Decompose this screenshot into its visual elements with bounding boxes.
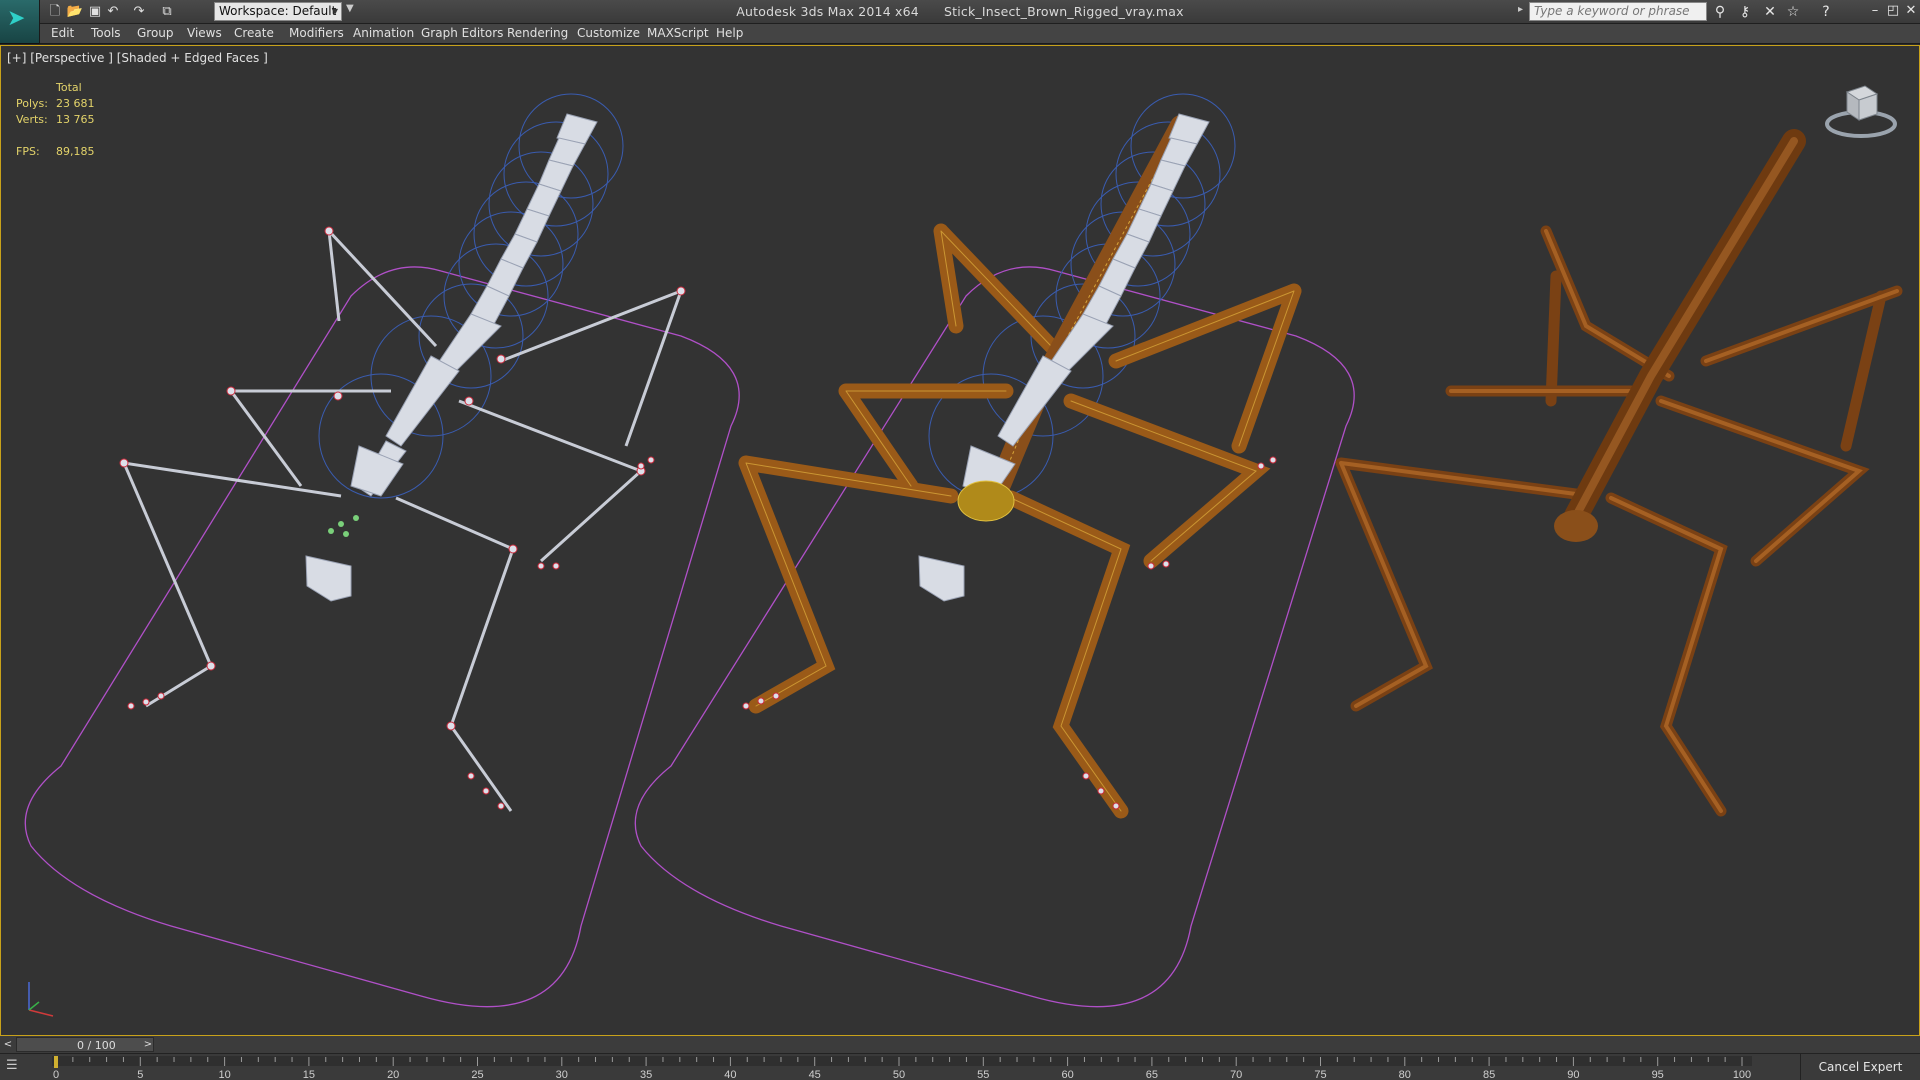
ruler-label: 0 [53, 1069, 59, 1080]
scene-canvas[interactable] [1, 46, 1919, 1035]
ruler-label: 100 [1733, 1069, 1751, 1080]
perspective-viewport[interactable]: [+] [Perspective ] [Shaded + Edged Faces… [0, 45, 1920, 1036]
ruler-label: 65 [1146, 1069, 1158, 1080]
menu-bar: Edit Tools Group Views Create Modifiers … [40, 24, 1920, 44]
ruler-label: 30 [556, 1069, 568, 1080]
bone-rig-middle-with-mesh [738, 93, 1302, 819]
menu-group[interactable]: Group [137, 26, 174, 40]
app-title: Autodesk 3ds Max 2014 x64 [736, 4, 919, 19]
polys-value: 23 681 [56, 97, 95, 110]
help-icon[interactable]: ? [1816, 3, 1836, 21]
minimize-icon[interactable]: – [1866, 2, 1884, 20]
chevron-down-icon: ▼ [331, 7, 338, 16]
stats-header: Total [56, 81, 82, 94]
ruler-label: 25 [471, 1069, 483, 1080]
rig-control-spline-left [24, 266, 740, 1008]
ruler-label: 35 [640, 1069, 652, 1080]
menu-views[interactable]: Views [187, 26, 222, 40]
verts-value: 13 765 [56, 113, 95, 126]
new-file-icon[interactable]: 🗋 [46, 3, 64, 21]
rig-control-spline-middle [634, 266, 1355, 1008]
frame-counter: 0 / 100 [77, 1039, 116, 1052]
ruler-label: 95 [1652, 1069, 1664, 1080]
ruler-label: 40 [724, 1069, 736, 1080]
key-icon[interactable]: ⚷ [1735, 3, 1755, 21]
bone-rig-left [119, 93, 686, 812]
ruler-label: 90 [1567, 1069, 1579, 1080]
mini-curve-editor-icon[interactable]: ☰ [6, 1058, 36, 1076]
project-folder-icon[interactable]: ⧉ [158, 3, 176, 21]
ruler-label: 55 [977, 1069, 989, 1080]
ruler-label: 15 [303, 1069, 315, 1080]
time-slider[interactable]: < 0 / 100 > [0, 1036, 1920, 1054]
menu-help[interactable]: Help [716, 26, 743, 40]
subscription-icon[interactable]: ✕ [1760, 3, 1780, 21]
open-file-icon[interactable]: 📂 [66, 3, 84, 21]
fps-label: FPS: [16, 145, 40, 158]
ruler-track [52, 1056, 1752, 1066]
ruler-label: 70 [1230, 1069, 1242, 1080]
menu-modifiers[interactable]: Modifiers [289, 26, 344, 40]
ruler-label: 75 [1314, 1069, 1326, 1080]
ruler-label: 10 [218, 1069, 230, 1080]
menu-edit[interactable]: Edit [51, 26, 74, 40]
textured-stick-insect [1335, 129, 1903, 817]
cancel-expert-mode-button[interactable]: Cancel Expert Mode [1800, 1054, 1920, 1080]
fps-value: 89,185 [56, 145, 95, 158]
search-input[interactable]: Type a keyword or phrase [1529, 2, 1707, 21]
maximize-icon[interactable]: ◰ [1884, 2, 1902, 20]
current-frame-marker [54, 1056, 58, 1068]
polys-label: Polys: [16, 97, 48, 110]
ruler-label: 60 [1061, 1069, 1073, 1080]
menu-maxscript[interactable]: MAXScript [647, 26, 709, 40]
menu-animation[interactable]: Animation [353, 26, 414, 40]
menu-rendering[interactable]: Rendering [507, 26, 568, 40]
search-expand-icon[interactable]: ▸ [1518, 4, 1523, 15]
viewcube-icon[interactable] [1821, 76, 1901, 146]
verts-label: Verts: [16, 113, 48, 126]
star-icon[interactable]: ☆ [1783, 3, 1803, 21]
ruler-label: 80 [1399, 1069, 1411, 1080]
title-bar: 🗋 📂 ▣ ↶ ↷ ⧉ Workspace: Default ▼ ▼ Autod… [0, 0, 1920, 24]
quick-access-dropdown-icon[interactable]: ▼ [346, 3, 354, 14]
time-slider-prev-button[interactable]: < [1, 1037, 15, 1052]
ruler-label: 50 [893, 1069, 905, 1080]
viewport-label[interactable]: [+] [Perspective ] [Shaded + Edged Faces… [7, 51, 268, 65]
close-icon[interactable]: ✕ [1902, 2, 1920, 20]
menu-customize[interactable]: Customize [577, 26, 640, 40]
menu-create[interactable]: Create [234, 26, 274, 40]
redo-icon[interactable]: ↷ [130, 3, 148, 21]
workspace-label: Workspace: Default [219, 4, 337, 18]
workspace-dropdown[interactable]: Workspace: Default ▼ [214, 2, 342, 21]
timeline-ruler[interactable]: 0 5 10 15 20 25 30 35 40 45 50 55 60 65 70 75 80 85 90 95 10… [52, 1054, 1752, 1080]
ruler-label: 45 [809, 1069, 821, 1080]
ruler-label: 20 [387, 1069, 399, 1080]
file-name: Stick_Insect_Brown_Rigged_vray.max [943, 4, 1184, 19]
time-slider-thumb[interactable]: 0 / 100 [16, 1037, 154, 1052]
track-bar[interactable]: ☰ 0 5 10 15 20 25 30 35 40 45 50 55 60 65 70 75 80 85 90 95… [0, 1054, 1920, 1080]
app-logo-icon[interactable]: ➤ [0, 0, 40, 44]
binoculars-icon[interactable]: ⚲ [1710, 3, 1730, 21]
time-slider-next-button[interactable]: > [141, 1037, 155, 1052]
menu-tools[interactable]: Tools [91, 26, 121, 40]
axis-tripod-icon [28, 982, 54, 1017]
ruler-label: 85 [1483, 1069, 1495, 1080]
menu-graph-editors[interactable]: Graph Editors [421, 26, 503, 40]
save-icon[interactable]: ▣ [86, 3, 104, 21]
undo-icon[interactable]: ↶ [104, 3, 122, 21]
ruler-label: 5 [137, 1069, 143, 1080]
